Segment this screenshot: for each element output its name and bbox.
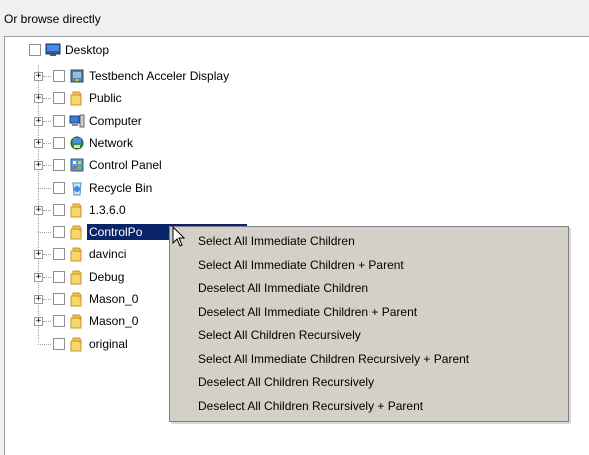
tree-item[interactable]: + Computer <box>5 110 585 132</box>
folder-icon <box>70 91 82 106</box>
tree-checkbox[interactable] <box>53 270 65 283</box>
folder-icon <box>70 247 82 262</box>
tree-guide-line <box>38 187 51 189</box>
tree-checkbox-desktop[interactable] <box>29 44 41 56</box>
tree-item-label[interactable]: 1.3.6.0 <box>87 202 128 218</box>
tree-guide-line <box>43 165 51 167</box>
tree-checkbox[interactable] <box>53 114 65 127</box>
app-icon <box>70 69 84 83</box>
browse-header-label: Or browse directly <box>4 12 101 26</box>
tree-checkbox[interactable] <box>53 293 65 305</box>
folder-icon <box>70 225 82 240</box>
tree-checkbox[interactable] <box>53 70 65 82</box>
tree-item-label[interactable]: Testbench Acceler Display <box>87 68 231 84</box>
tree-item[interactable]: + Testbench Acceler Display <box>5 65 585 87</box>
tree-item-label[interactable]: Recycle Bin <box>87 180 154 196</box>
folder-icon <box>70 314 82 329</box>
mouse-cursor-icon <box>172 226 186 247</box>
tree-item-label[interactable]: Computer <box>87 113 144 129</box>
control-panel-icon <box>70 158 84 172</box>
expand-plus-icon[interactable]: + <box>34 205 43 215</box>
context-menu-item[interactable]: Select All Immediate Children <box>198 230 355 252</box>
tree-item-label[interactable]: original <box>87 336 130 352</box>
tree-item[interactable]: +1.3.6.0 <box>5 199 585 221</box>
expand-plus-icon[interactable]: + <box>34 94 43 104</box>
context-menu-item[interactable]: Select All Immediate Children + Parent <box>198 254 404 276</box>
expand-plus-icon[interactable]: + <box>34 295 43 304</box>
expand-plus-icon[interactable]: + <box>34 72 43 81</box>
tree-guide-line <box>43 254 51 256</box>
tree-checkbox[interactable] <box>53 248 65 261</box>
tree-item-label[interactable]: Debug <box>87 269 126 285</box>
tree-guide-line <box>38 343 51 345</box>
expand-plus-icon[interactable]: + <box>34 161 43 171</box>
expand-plus-icon[interactable]: + <box>34 250 43 260</box>
folder-icon <box>70 203 82 218</box>
tree-guide-line <box>43 209 51 211</box>
network-icon <box>70 136 84 150</box>
expand-plus-icon[interactable]: + <box>34 138 43 148</box>
context-menu-item[interactable]: Select All Children Recursively <box>198 324 361 346</box>
tree-item[interactable]: + Control Panel <box>5 154 585 176</box>
folder-icon <box>70 292 82 307</box>
tree-item-label[interactable]: davinci <box>87 246 128 262</box>
folder-icon <box>70 270 82 285</box>
expand-plus-icon[interactable]: + <box>34 116 43 126</box>
tree-checkbox[interactable] <box>53 159 65 172</box>
tree-guide-line <box>43 98 51 100</box>
tree-checkbox[interactable] <box>53 181 65 194</box>
tree-checkbox[interactable] <box>53 337 65 350</box>
tree-item[interactable]: + Public <box>5 87 585 109</box>
expand-plus-icon[interactable]: + <box>34 272 43 282</box>
tree-checkbox[interactable] <box>53 315 65 328</box>
tree-item-label[interactable]: Control Panel <box>87 157 164 173</box>
tree-guide-line <box>38 232 51 234</box>
tree-item[interactable]: + Network <box>5 132 585 154</box>
context-menu: Select All Immediate Children Select All … <box>169 226 569 422</box>
tree-guide-line <box>43 299 51 300</box>
tree-guide-line <box>43 120 51 122</box>
context-menu-item[interactable]: Select All Immediate Children Recursivel… <box>198 348 469 370</box>
tree-item-label[interactable]: Public <box>87 90 124 106</box>
tree-checkbox[interactable] <box>53 226 65 239</box>
context-menu-item[interactable]: Deselect All Children Recursively <box>198 371 374 393</box>
context-menu-item[interactable]: Deselect All Immediate Children + Parent <box>198 301 417 323</box>
tree-checkbox[interactable] <box>53 203 65 216</box>
tree-guide-line <box>43 76 51 77</box>
desktop-icon <box>45 43 61 56</box>
expand-plus-icon[interactable]: + <box>34 317 43 327</box>
tree-item-label[interactable]: Mason_0 <box>87 291 140 307</box>
folder-icon <box>70 337 82 352</box>
tree-checkbox[interactable] <box>53 136 65 149</box>
tree-item[interactable]: Recycle Bin <box>5 177 585 199</box>
recycle-bin-icon <box>72 182 82 195</box>
context-menu-item[interactable]: Deselect All Immediate Children <box>198 277 368 299</box>
context-menu-item[interactable]: Deselect All Children Recursively + Pare… <box>198 395 423 417</box>
tree-checkbox[interactable] <box>53 92 65 105</box>
tree-label-desktop[interactable]: Desktop <box>63 42 111 58</box>
computer-icon <box>69 114 85 128</box>
tree-guide-line <box>43 276 51 278</box>
tree-item-label[interactable]: Mason_0 <box>87 313 140 329</box>
tree-guide-line <box>43 142 51 144</box>
tree-item-label[interactable]: Network <box>87 135 135 151</box>
tree-guide-line <box>43 321 51 323</box>
